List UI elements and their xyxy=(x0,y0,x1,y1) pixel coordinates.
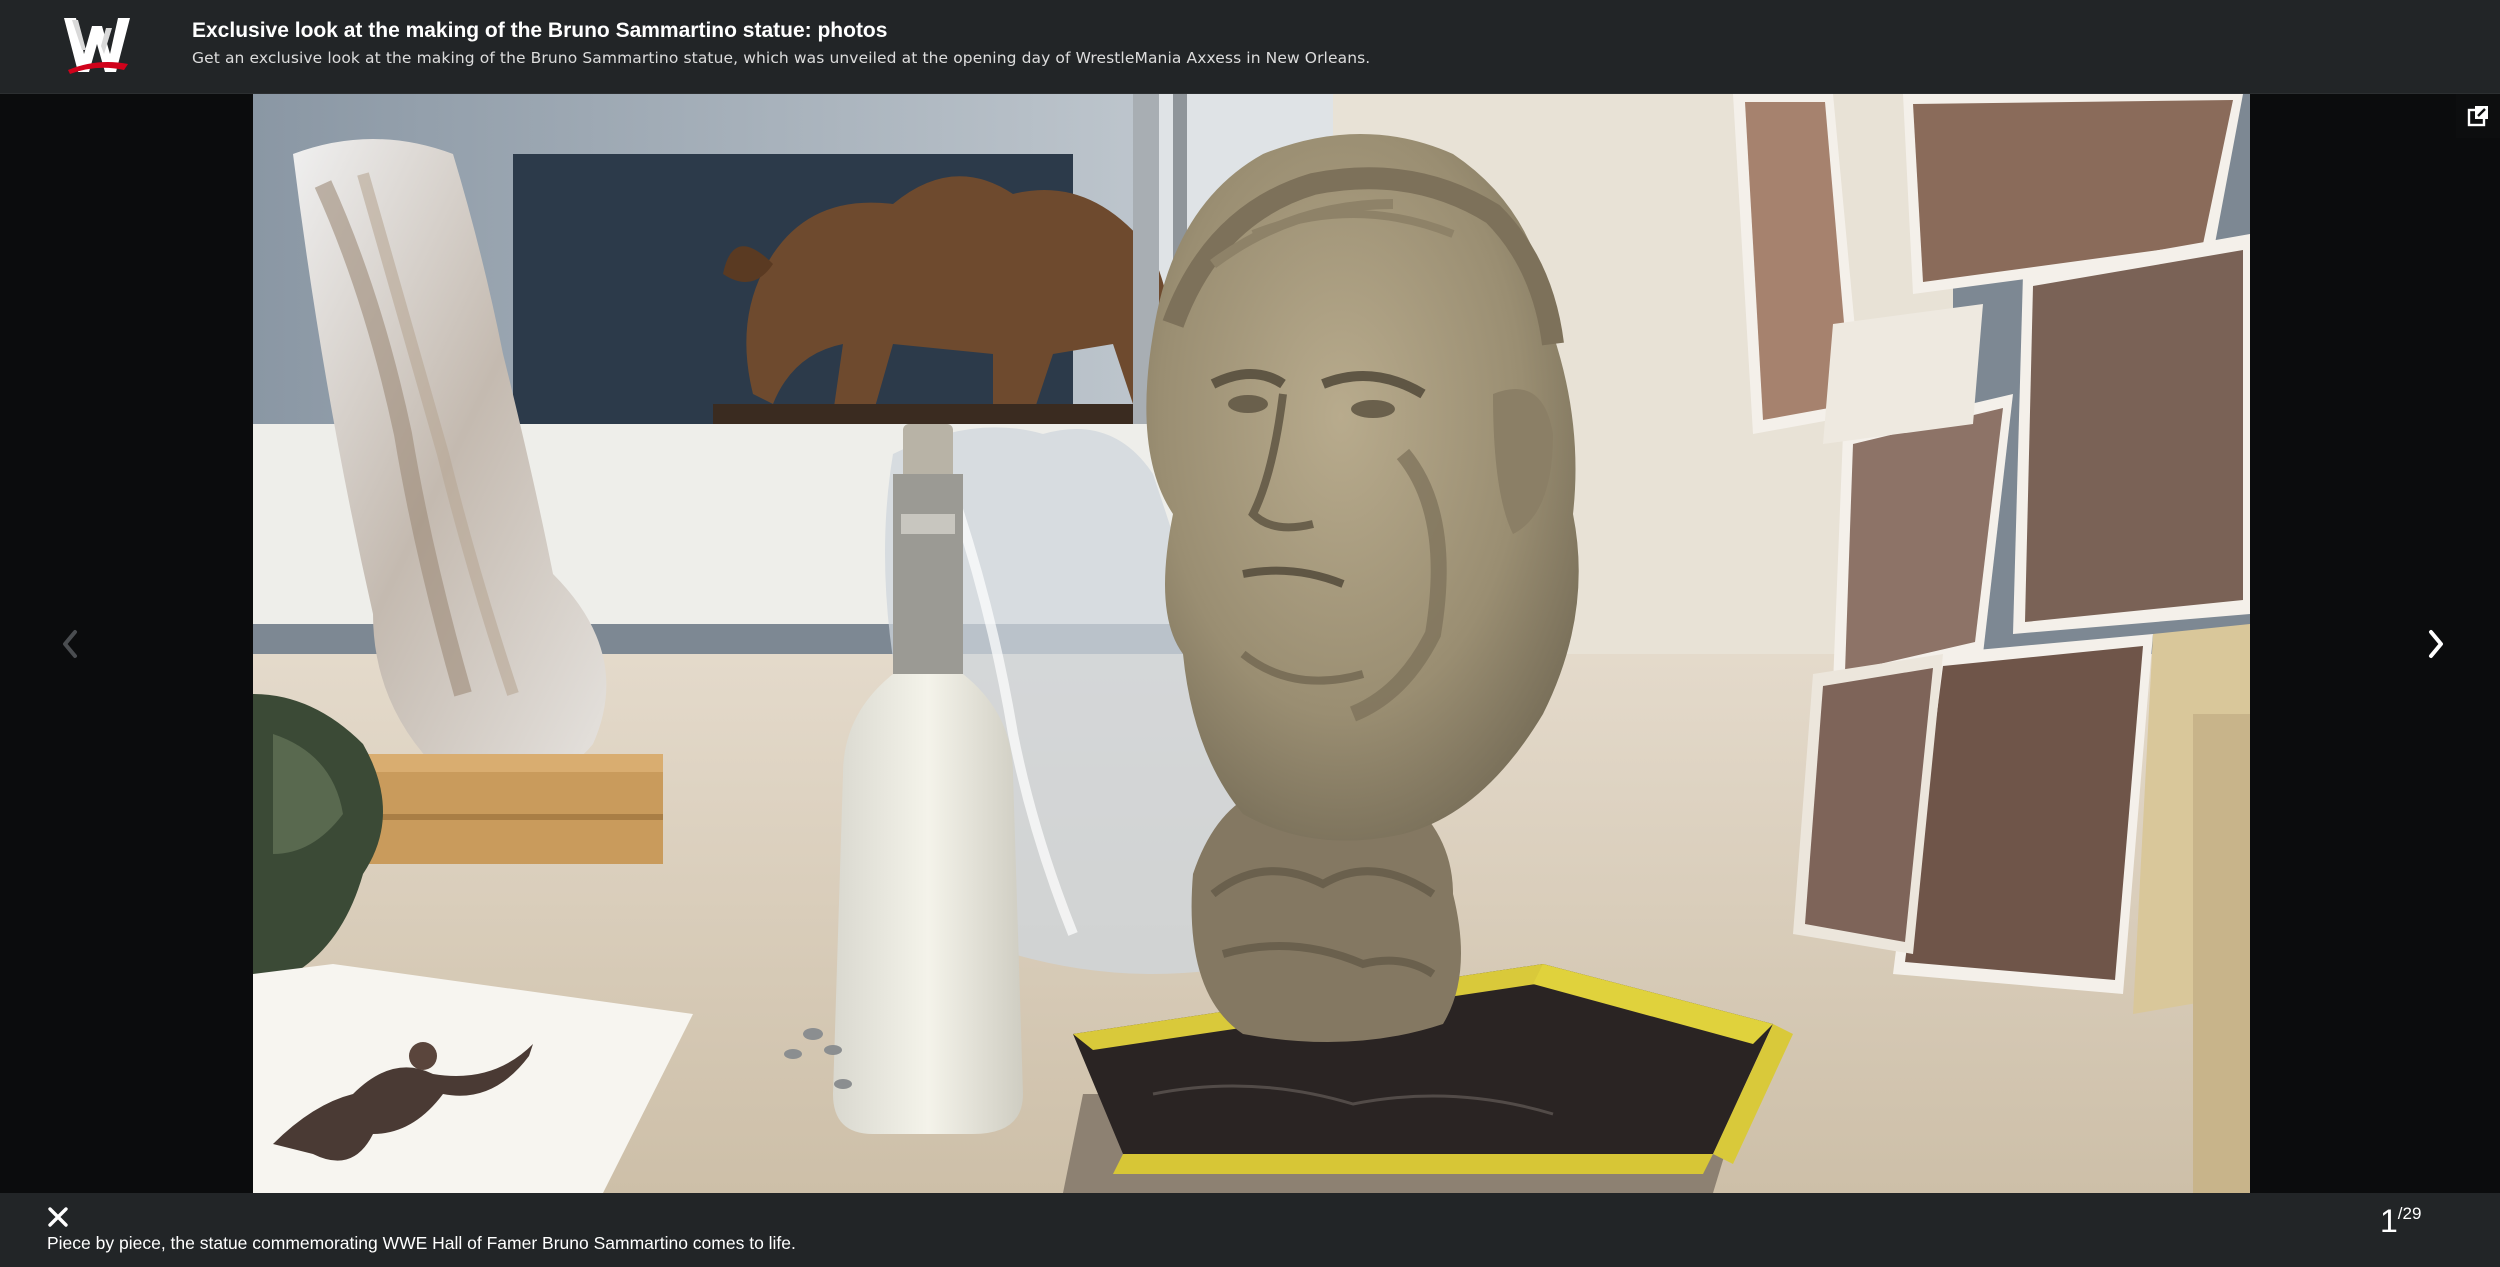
chevron-left-icon xyxy=(63,630,77,658)
photo-caption: Piece by piece, the statue commemorating… xyxy=(47,1233,796,1253)
open-external-button[interactable] xyxy=(2456,94,2500,138)
open-external-icon xyxy=(2467,106,2488,127)
next-photo-button[interactable] xyxy=(2406,614,2466,674)
gallery-stage xyxy=(0,94,2500,1193)
gallery-subtitle: Get an exclusive look at the making of t… xyxy=(192,49,1371,67)
gallery-photo xyxy=(253,94,2250,1193)
gallery-title: Exclusive look at the making of the Brun… xyxy=(192,19,888,42)
gallery-footer: Piece by piece, the statue commemorating… xyxy=(0,1193,2500,1267)
photo-counter: 1/29 xyxy=(2380,1201,2480,1241)
total-photo-count: /29 xyxy=(2397,1204,2422,1223)
wwe-logo[interactable] xyxy=(62,14,132,78)
chevron-right-icon xyxy=(2429,630,2443,658)
current-photo-number: 1 xyxy=(2380,1203,2398,1239)
close-icon xyxy=(48,1207,68,1227)
header-text: Exclusive look at the making of the Brun… xyxy=(192,18,2392,68)
gallery-header: Exclusive look at the making of the Brun… xyxy=(0,0,2500,94)
close-gallery-button[interactable] xyxy=(44,1203,72,1231)
previous-photo-button[interactable] xyxy=(40,614,100,674)
